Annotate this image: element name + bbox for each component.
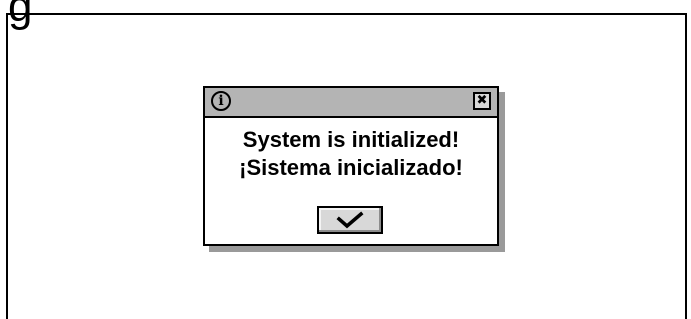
screen-heading-fragment: g: [8, 0, 33, 31]
checkmark-icon: [336, 211, 364, 229]
dialog-titlebar: i ✖: [205, 88, 497, 118]
info-icon: i: [211, 91, 231, 111]
close-icon: ✖: [476, 93, 488, 108]
info-dialog: i ✖ System is initialized! ¡Sistema inic…: [203, 86, 499, 246]
message-line-english: System is initialized!: [242, 127, 460, 152]
dialog-message: System is initialized! ¡Sistema iniciali…: [205, 126, 497, 182]
message-line-spanish: ¡Sistema inicializado!: [239, 155, 463, 180]
close-button[interactable]: ✖: [473, 92, 491, 110]
ok-button[interactable]: [317, 206, 383, 234]
